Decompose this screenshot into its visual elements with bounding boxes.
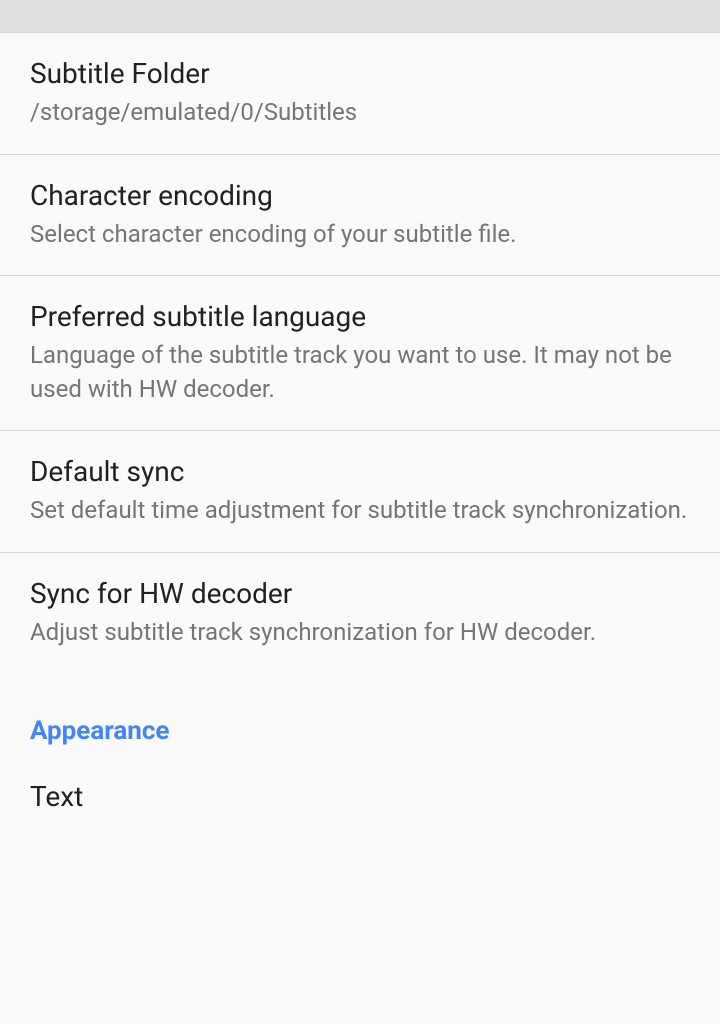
setting-subtitle-folder[interactable]: Subtitle Folder /storage/emulated/0/Subt… (0, 32, 720, 155)
setting-preferred-language[interactable]: Preferred subtitle language Language of … (0, 276, 720, 431)
setting-subtitle: Language of the subtitle track you want … (30, 339, 690, 406)
setting-sync-hw-decoder[interactable]: Sync for HW decoder Adjust subtitle trac… (0, 553, 720, 674)
setting-default-sync[interactable]: Default sync Set default time adjustment… (0, 431, 720, 553)
setting-title: Text (30, 780, 690, 813)
section-header-appearance: Appearance (0, 674, 720, 760)
setting-subtitle: Adjust subtitle track synchronization fo… (30, 616, 690, 650)
setting-character-encoding[interactable]: Character encoding Select character enco… (0, 155, 720, 277)
setting-subtitle: Select character encoding of your subtit… (30, 218, 690, 252)
setting-subtitle: Set default time adjustment for subtitle… (30, 494, 690, 528)
setting-title: Sync for HW decoder (30, 577, 690, 610)
setting-text[interactable]: Text (0, 760, 720, 813)
setting-subtitle: /storage/emulated/0/Subtitles (30, 96, 690, 130)
setting-title: Subtitle Folder (30, 57, 690, 90)
settings-list: Subtitle Folder /storage/emulated/0/Subt… (0, 32, 720, 813)
setting-title: Preferred subtitle language (30, 300, 690, 333)
setting-title: Character encoding (30, 179, 690, 212)
setting-title: Default sync (30, 455, 690, 488)
status-bar (0, 0, 720, 32)
